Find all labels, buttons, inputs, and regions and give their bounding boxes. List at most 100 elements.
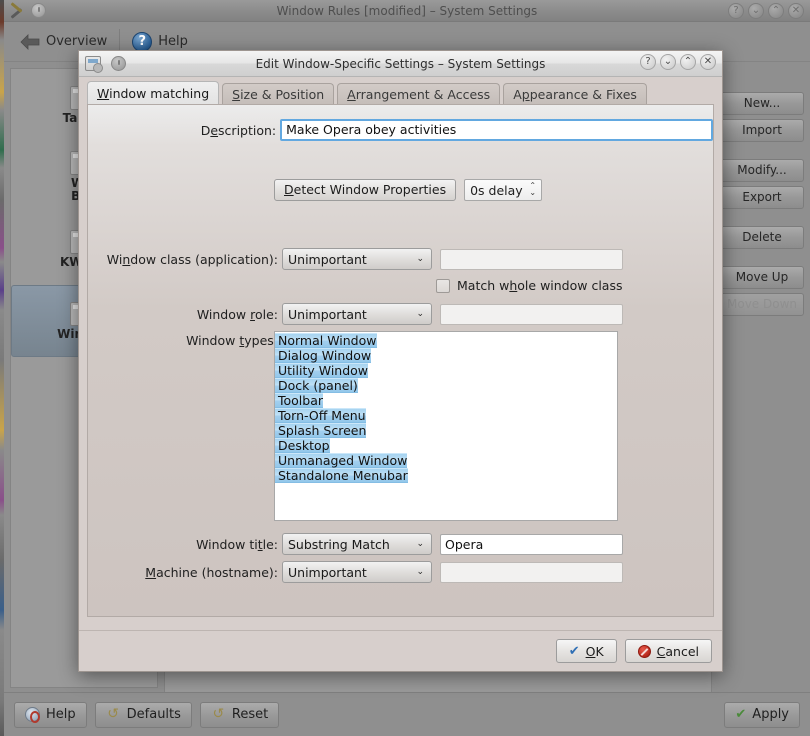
window-type-item[interactable]: Standalone Menubar (275, 468, 408, 483)
delete-rule-button[interactable]: Delete (720, 226, 804, 249)
tab-arrangement-access[interactable]: Arrangement & Access (337, 83, 500, 105)
tab-size-position[interactable]: Size & Position (222, 83, 334, 105)
move-down-button: Move Down (720, 293, 804, 316)
window-role-match-combo[interactable]: Unimportant ⌄ (282, 303, 432, 325)
main-titlebar[interactable]: Window Rules [modified] – System Setting… (4, 0, 810, 22)
window-role-input[interactable] (440, 304, 623, 325)
window-title-input[interactable]: Opera (440, 534, 623, 555)
match-whole-class-label: Match whole window class (457, 278, 623, 293)
window-type-item[interactable]: Desktop (275, 438, 330, 453)
detect-delay-value: 0s delay (470, 183, 523, 198)
window-class-label: Window class (application): (88, 252, 278, 267)
spinner-arrows-icon[interactable]: ⌃⌄ (529, 182, 536, 196)
machine-label: Machine (hostname): (88, 565, 278, 580)
window-type-item[interactable]: Normal Window (275, 333, 377, 348)
help-label: Help (158, 34, 188, 49)
window-role-label: Window role: (88, 307, 278, 322)
window-type-item[interactable]: Splash Screen (275, 423, 366, 438)
help-icon: ? (132, 32, 152, 52)
undo-icon: ↺ (106, 707, 121, 722)
maximize-icon[interactable]: ⌃ (768, 3, 784, 19)
maximize-icon[interactable]: ⌃ (680, 54, 696, 70)
window-type-item[interactable]: Dock (panel) (275, 378, 358, 393)
window-types-label: Window types: (88, 333, 278, 348)
edit-window-specific-settings-dialog: Edit Window-Specific Settings – System S… (78, 50, 723, 672)
button-gap (720, 253, 804, 262)
chevron-down-icon: ⌄ (416, 567, 424, 577)
help-icon[interactable]: ? (728, 3, 744, 19)
window-menu-icon[interactable] (31, 3, 46, 18)
window-class-input[interactable] (440, 249, 623, 270)
description-row: Description: Make Opera obey activities (88, 119, 713, 141)
ok-button[interactable]: ✔ OK (556, 639, 617, 663)
window-type-row[interactable]: Normal Window (275, 333, 617, 348)
cancel-label: Cancel (657, 644, 699, 659)
move-up-button[interactable]: Move Up (720, 266, 804, 289)
window-title-match-value: Substring Match (288, 537, 390, 552)
window-type-row[interactable]: Unmanaged Window (275, 453, 617, 468)
cancel-icon (638, 645, 651, 658)
main-window-title: Window Rules [modified] – System Setting… (4, 0, 810, 22)
overview-label: Overview (46, 34, 107, 49)
close-icon[interactable]: ✕ (788, 3, 804, 19)
minimize-icon[interactable]: ⌄ (748, 3, 764, 19)
close-icon[interactable]: ✕ (700, 54, 716, 70)
cancel-button[interactable]: Cancel (625, 639, 712, 663)
window-type-row[interactable]: Standalone Menubar (275, 468, 617, 483)
window-type-row[interactable]: Torn-Off Menu (275, 408, 617, 423)
apply-button[interactable]: ✔ Apply (724, 702, 800, 728)
dialog-titlebar[interactable]: Edit Window-Specific Settings – System S… (79, 51, 722, 77)
window-type-row[interactable]: Utility Window (275, 363, 617, 378)
window-title-match-combo[interactable]: Substring Match ⌄ (282, 533, 432, 555)
dialog-action-buttons: ✔ OK Cancel (556, 639, 712, 663)
defaults-button[interactable]: ↺ Defaults (95, 702, 192, 728)
help-label: Help (46, 707, 76, 722)
window-type-row[interactable]: Toolbar (275, 393, 617, 408)
match-whole-class-checkbox[interactable] (436, 279, 450, 293)
window-types-listbox[interactable]: Normal WindowDialog WindowUtility Window… (274, 331, 618, 521)
window-role-row: Window role: Unimportant ⌄ (88, 303, 713, 325)
window-title-row: Window title: Substring Match ⌄ Opera (88, 533, 713, 555)
modify-rule-button[interactable]: Modify... (720, 159, 804, 182)
chevron-down-icon: ⌄ (416, 254, 424, 264)
window-type-item[interactable]: Unmanaged Window (275, 453, 407, 468)
chevron-down-icon: ⌄ (416, 309, 424, 319)
window-matching-tab-page: Description: Make Opera obey activities … (87, 104, 714, 617)
window-class-match-combo[interactable]: Unimportant ⌄ (282, 248, 432, 270)
window-title-label: Window title: (88, 537, 278, 552)
window-type-item[interactable]: Dialog Window (275, 348, 371, 363)
new-rule-button[interactable]: New... (720, 92, 804, 115)
dialog-titlebar-buttons: ? ⌄ ⌃ ✕ (640, 54, 716, 70)
description-input[interactable]: Make Opera obey activities (280, 119, 713, 141)
export-rule-button[interactable]: Export (720, 186, 804, 209)
dialog-separator (79, 630, 722, 631)
window-type-row[interactable]: Splash Screen (275, 423, 617, 438)
window-type-row[interactable]: Dock (panel) (275, 378, 617, 393)
window-type-item[interactable]: Toolbar (275, 393, 323, 408)
tab-window-matching[interactable]: Window matching (87, 81, 219, 105)
window-type-row[interactable]: Dialog Window (275, 348, 617, 363)
reset-button[interactable]: ↺ Reset (200, 702, 279, 728)
tab-appearance-fixes[interactable]: Appearance & Fixes (503, 83, 647, 105)
back-arrow-icon (20, 33, 40, 51)
help-button-bottom[interactable]: Help (14, 702, 87, 728)
minimize-icon[interactable]: ⌄ (660, 54, 676, 70)
match-whole-class-row[interactable]: Match whole window class (436, 278, 623, 293)
defaults-label: Defaults (127, 707, 181, 722)
machine-input[interactable] (440, 562, 623, 583)
rule-action-buttons: New... Import Modify... Export Delete Mo… (720, 92, 804, 316)
apply-label: Apply (752, 707, 789, 722)
detect-delay-spinbox[interactable]: 0s delay ⌃⌄ (464, 179, 542, 201)
window-type-item[interactable]: Utility Window (275, 363, 368, 378)
main-titlebar-left-icons (9, 3, 46, 19)
detect-window-properties-button[interactable]: Detect Window Properties (274, 179, 456, 201)
dialog-tab-bar: Window matching Size & Position Arrangem… (87, 81, 714, 105)
import-rule-button[interactable]: Import (720, 119, 804, 142)
window-type-item[interactable]: Torn-Off Menu (275, 408, 366, 423)
button-gap (720, 146, 804, 155)
window-type-row[interactable]: Desktop (275, 438, 617, 453)
ok-label: OK (586, 644, 604, 659)
help-icon[interactable]: ? (640, 54, 656, 70)
machine-match-combo[interactable]: Unimportant ⌄ (282, 561, 432, 583)
main-titlebar-buttons: ? ⌄ ⌃ ✕ (728, 3, 804, 19)
